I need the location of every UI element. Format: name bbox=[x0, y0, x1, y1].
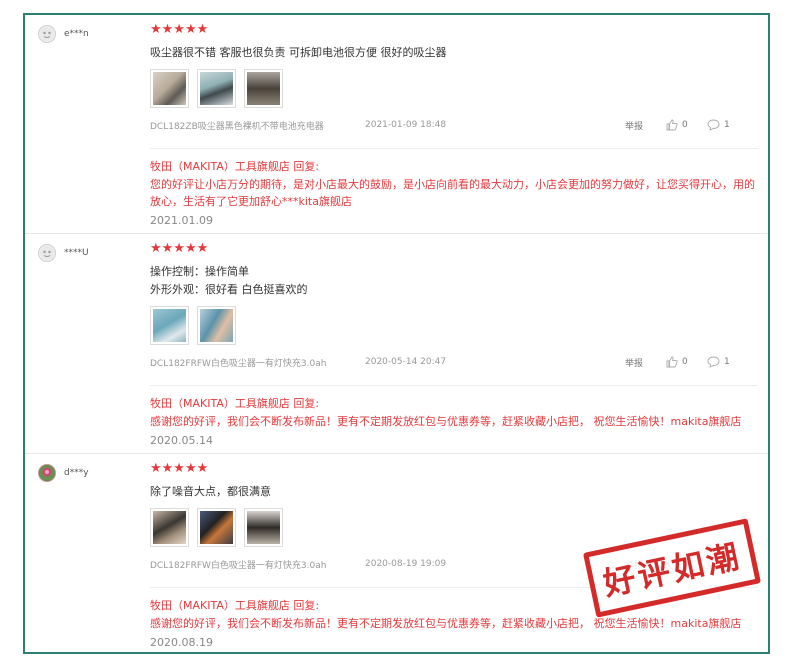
comment-count: 1 bbox=[724, 120, 730, 130]
product-sku: DCL182ZB吸尘器黑色裸机不带电池充电器 bbox=[150, 121, 324, 132]
review-photo-thumb[interactable] bbox=[244, 69, 283, 108]
review-photo-thumb[interactable] bbox=[150, 69, 189, 108]
comment-button[interactable]: 1 bbox=[707, 119, 730, 131]
reply-date: 2020.08.19 bbox=[150, 636, 213, 649]
review-text-line: 操作控制：操作简单 bbox=[150, 265, 249, 278]
review-text: 除了噪音大点，都很满意 bbox=[150, 483, 758, 501]
avatar[interactable] bbox=[38, 25, 56, 43]
avatar[interactable] bbox=[38, 464, 56, 482]
review-photo-thumb[interactable] bbox=[197, 306, 236, 345]
like-button[interactable]: 0 bbox=[666, 119, 707, 131]
flower-avatar-icon bbox=[39, 465, 55, 481]
like-button[interactable]: 0 bbox=[666, 356, 707, 368]
report-link[interactable]: 举报 bbox=[625, 119, 666, 132]
review-content: ★★★★★ 吸尘器很不错 客服也很负责 可拆卸电池很方便 很好的吸尘器 DCL1… bbox=[150, 23, 758, 227]
default-avatar-icon bbox=[40, 27, 54, 41]
comment-count: 1 bbox=[724, 357, 730, 367]
review-meta: DCL182ZB吸尘器黑色裸机不带电池充电器 2021-01-09 18:48 … bbox=[150, 118, 758, 132]
reply-text: 感谢您的好评，我们会不断发布新品！更有不定期发放红包与优惠券等，赶紧收藏小店把，… bbox=[150, 617, 742, 630]
star-rating: ★★★★★ bbox=[150, 22, 209, 37]
review-user: ****U bbox=[38, 244, 89, 262]
username: d***y bbox=[64, 468, 89, 478]
review-date: 2020-05-14 20:47 bbox=[365, 357, 447, 367]
seller-reply: 牧田（MAKITA）工具旗舰店 回复: 感谢您的好评，我们会不断发布新品！更有不… bbox=[150, 385, 758, 447]
comment-icon bbox=[707, 356, 720, 368]
review-meta: DCL182FRFW白色吸尘器一有灯快充3.0ah 2020-05-14 20:… bbox=[150, 355, 758, 369]
default-avatar-icon bbox=[40, 246, 54, 260]
review-text-line: 吸尘器很不错 客服也很负责 可拆卸电池很方便 很好的吸尘器 bbox=[150, 46, 447, 59]
review-item: ****U ★★★★★ 操作控制：操作简单 外形外观：很好看 白色挺喜欢的 DC… bbox=[25, 234, 768, 454]
review-text: 吸尘器很不错 客服也很负责 可拆卸电池很方便 很好的吸尘器 bbox=[150, 44, 758, 62]
comment-icon bbox=[707, 119, 720, 131]
comment-button[interactable]: 1 bbox=[707, 356, 730, 368]
username: e***n bbox=[64, 29, 89, 39]
star-rating: ★★★★★ bbox=[150, 241, 209, 256]
reply-date: 2020.05.14 bbox=[150, 434, 213, 447]
review-text: 操作控制：操作简单 外形外观：很好看 白色挺喜欢的 bbox=[150, 263, 758, 299]
product-sku: DCL182FRFW白色吸尘器一有灯快充3.0ah bbox=[150, 358, 327, 369]
review-text-line: 除了噪音大点，都很满意 bbox=[150, 485, 271, 498]
star-rating: ★★★★★ bbox=[150, 461, 209, 476]
reply-text: 您的好评让小店万分的期待，是对小店最大的鼓励，是小店向前看的最大动力，小店会更加… bbox=[150, 178, 755, 208]
review-content: ★★★★★ 操作控制：操作简单 外形外观：很好看 白色挺喜欢的 DCL182FR… bbox=[150, 242, 758, 447]
reply-header: 牧田（MAKITA）工具旗舰店 回复: bbox=[150, 397, 320, 410]
review-item: e***n ★★★★★ 吸尘器很不错 客服也很负责 可拆卸电池很方便 很好的吸尘… bbox=[25, 15, 768, 234]
like-count: 0 bbox=[682, 120, 688, 130]
product-sku: DCL182FRFW白色吸尘器一有灯快充3.0ah bbox=[150, 560, 327, 571]
username: ****U bbox=[64, 248, 89, 258]
reviews-panel: e***n ★★★★★ 吸尘器很不错 客服也很负责 可拆卸电池很方便 很好的吸尘… bbox=[23, 13, 770, 654]
reply-date: 2021.01.09 bbox=[150, 214, 213, 227]
reply-header: 牧田（MAKITA）工具旗舰店 回复: bbox=[150, 160, 320, 173]
review-photo-thumb[interactable] bbox=[150, 508, 189, 547]
review-user: d***y bbox=[38, 464, 89, 482]
review-photos bbox=[150, 69, 758, 108]
like-count: 0 bbox=[682, 357, 688, 367]
thumbs-up-icon bbox=[666, 356, 678, 368]
review-photo-thumb[interactable] bbox=[244, 508, 283, 547]
review-photo-thumb[interactable] bbox=[150, 306, 189, 345]
review-photo-thumb[interactable] bbox=[197, 508, 236, 547]
review-photo-thumb[interactable] bbox=[197, 69, 236, 108]
seller-reply: 牧田（MAKITA）工具旗舰店 回复: 您的好评让小店万分的期待，是对小店最大的… bbox=[150, 148, 758, 227]
report-link[interactable]: 举报 bbox=[625, 356, 666, 369]
review-photos bbox=[150, 306, 758, 345]
reply-text: 感谢您的好评，我们会不断发布新品！更有不定期发放红包与优惠券等，赶紧收藏小店把，… bbox=[150, 415, 742, 428]
review-user: e***n bbox=[38, 25, 89, 43]
thumbs-up-icon bbox=[666, 119, 678, 131]
review-text-line: 外形外观：很好看 白色挺喜欢的 bbox=[150, 283, 308, 296]
review-date: 2021-01-09 18:48 bbox=[365, 120, 447, 130]
avatar[interactable] bbox=[38, 244, 56, 262]
